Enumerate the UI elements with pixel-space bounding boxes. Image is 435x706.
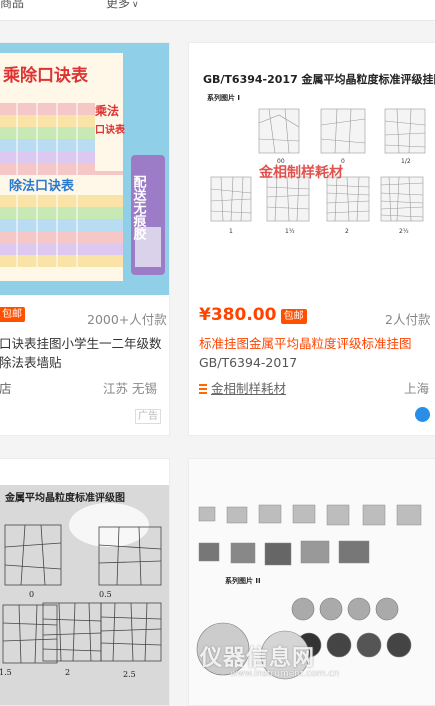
- grain-label: 2: [345, 228, 349, 235]
- grain-label: 1½: [285, 228, 295, 235]
- image-overlay-text: 金相制样耗材: [258, 164, 343, 181]
- shop-link[interactable]: 金相制样耗材: [199, 378, 286, 397]
- product-card[interactable]: 金属平均晶粒度标准评级图 0 0.5 1.5 2 2.5: [0, 458, 170, 706]
- product-image[interactable]: 金属平均晶粒度标准评级图 0 0.5 1.5 2 2.5: [0, 485, 169, 705]
- grain-chart-photo-image: 金属平均晶粒度标准评级图 0 0.5 1.5 2 2.5: [0, 485, 169, 705]
- shop-name[interactable]: 店: [0, 378, 12, 397]
- product-card[interactable]: 乘除口诀表 乘法 口诀表 除法口诀表 配送无痕胶 包邮 2000+人付款 口诀表…: [0, 42, 170, 436]
- ad-label: 广告: [135, 409, 161, 424]
- site-watermark: 仪器信息网: [200, 646, 316, 671]
- poster-heading: 乘除口诀表: [2, 65, 89, 86]
- multiplication-table-poster-image: 乘除口诀表 乘法 口诀表 除法口诀表 配送无痕胶: [0, 43, 169, 295]
- product-card[interactable]: GB/T6394-2017 金属平均晶粒度标准评级挂图 系列图片 I 金相制样耗…: [188, 42, 435, 436]
- free-shipping-badge: 包邮: [0, 307, 25, 322]
- price-row: ¥380.00 包邮: [199, 305, 307, 325]
- grain-label: 00: [277, 158, 285, 165]
- grain-label: 0: [341, 158, 345, 165]
- shop-location: 上海: [403, 381, 429, 396]
- grain-label: 0: [29, 590, 34, 599]
- paid-count: 2000+人付款: [87, 312, 167, 327]
- filter-item-products[interactable]: 商品: [0, 0, 24, 11]
- grain-label: 1: [229, 228, 233, 235]
- product-title[interactable]: 标准挂图金属平均晶粒度评级标准挂图 GB/T6394-2017: [199, 334, 434, 372]
- product-price: ¥380.00: [199, 305, 277, 325]
- grain-label: 1.5: [0, 668, 12, 677]
- poster-side-label-1: 乘法: [94, 103, 119, 118]
- paid-count: 2人付款: [385, 312, 431, 327]
- series-title: 系列图片 II: [225, 576, 261, 585]
- shop-name: 金相制样耗材: [211, 381, 287, 396]
- grain-label: 0.5: [99, 590, 112, 599]
- shop-icon: [199, 384, 207, 394]
- shop-location: 江苏 无锡: [103, 381, 157, 396]
- more-label: 更多: [106, 0, 131, 10]
- free-shipping-badge: 包邮: [280, 309, 307, 324]
- poster-promo: 配送无痕胶: [131, 175, 148, 241]
- grain-label: 1/2: [401, 158, 411, 165]
- grain-label: 2½: [399, 228, 409, 235]
- price-row: 包邮: [0, 307, 25, 322]
- product-image[interactable]: 乘除口诀表 乘法 口诀表 除法口诀表 配送无痕胶: [0, 43, 169, 295]
- photo-heading: 金属平均晶粒度标准评级图: [4, 491, 125, 504]
- site-watermark-url: www.instrument.com.cn: [230, 669, 340, 679]
- grain-label: 2.5: [123, 670, 136, 679]
- product-title-line-2: GB/T6394-2017: [199, 355, 298, 370]
- product-image[interactable]: GB/T6394-2017 金属平均晶粒度标准评级挂图 系列图片 I 金相制样耗…: [189, 43, 435, 295]
- more-filter-button[interactable]: 更多 ∨: [106, 0, 139, 11]
- filter-bar: 商品 更多 ∨: [0, 0, 435, 21]
- chart-image-heading: GB/T6394-2017 金属平均晶粒度标准评级挂图: [203, 72, 435, 86]
- grain-size-chart-image: GB/T6394-2017 金属平均晶粒度标准评级挂图 系列图片 I 金相制样耗…: [203, 72, 435, 235]
- chat-icon[interactable]: [415, 407, 430, 422]
- chart-image-series: 系列图片 I: [207, 93, 240, 102]
- product-title-line-1: 标准挂图金属平均晶粒度评级标准挂图: [199, 336, 412, 351]
- product-title-line-2: 除法表墙贴: [0, 355, 62, 370]
- poster-side-label-2: 口诀表: [95, 123, 126, 136]
- product-title[interactable]: 口诀表挂图小学生一二年级数 除法表墙贴: [0, 334, 169, 372]
- poster-section-2: 除法口诀表: [9, 178, 75, 194]
- grain-label: 2: [65, 668, 70, 677]
- chevron-down-icon: ∨: [132, 0, 139, 10]
- product-title-line-1: 口诀表挂图小学生一二年级数: [0, 336, 162, 351]
